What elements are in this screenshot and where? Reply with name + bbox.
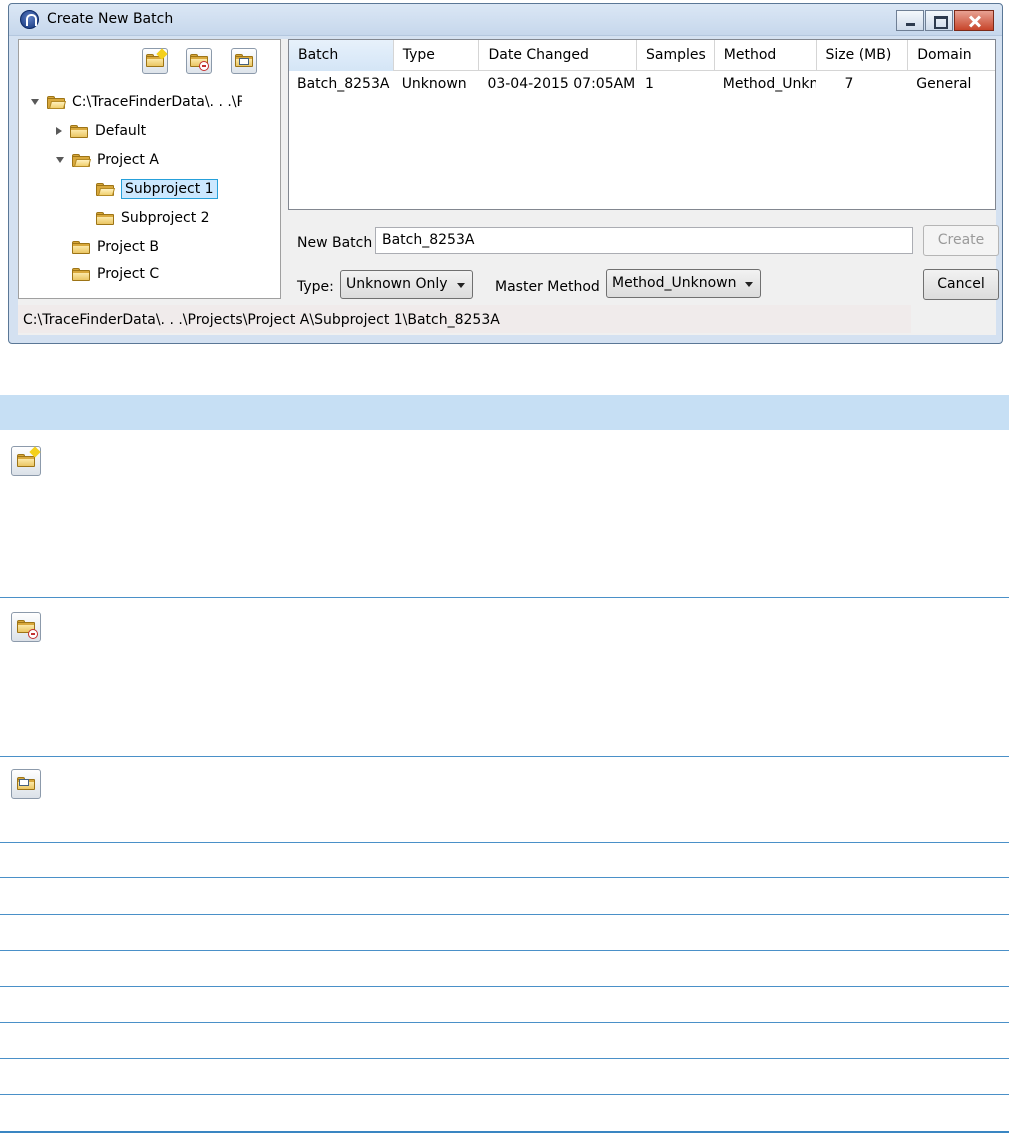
master-method-dropdown-value: Method_Unknown — [612, 275, 737, 291]
dropdown-arrow-icon — [745, 282, 753, 287]
minimize-button[interactable] — [896, 10, 924, 31]
doc-row-divider — [0, 597, 1009, 598]
column-header-type[interactable]: Type — [394, 40, 480, 71]
dropdown-arrow-icon — [457, 283, 465, 288]
table-row[interactable]: Batch_8253A Unknown 03-04-2015 07:05AM 1… — [289, 71, 995, 97]
cell-size: 7 — [844, 76, 854, 92]
cancel-button[interactable]: Cancel — [923, 269, 999, 300]
master-method-label: Master Method — [495, 279, 600, 295]
master-method-dropdown[interactable]: Method_Unknown — [606, 269, 761, 298]
column-header-domain[interactable]: Domain — [908, 40, 995, 71]
doc-row-divider — [0, 986, 1009, 987]
maximize-button[interactable] — [925, 10, 953, 31]
tree-item-label: Project A — [97, 152, 159, 168]
tree-item-root[interactable]: C:\TraceFinderData\. . .\Projects — [31, 90, 242, 114]
type-label: Type: — [297, 279, 334, 295]
folder-open-icon — [96, 182, 116, 196]
doc-row-divider — [0, 1094, 1009, 1095]
expand-arrow-icon[interactable] — [56, 127, 62, 135]
grid-header: Batch Type Date Changed Samples Method S… — [289, 40, 995, 71]
folder-open-icon — [72, 153, 92, 167]
folder-icon — [72, 240, 90, 254]
tree-item-project-a[interactable]: Project A — [56, 148, 159, 172]
column-header-batch[interactable]: Batch — [289, 40, 394, 71]
tree-item-label: Project B — [97, 239, 159, 255]
doc-delete-project-icon — [11, 612, 41, 642]
batch-grid: Batch Type Date Changed Samples Method S… — [288, 39, 996, 210]
cell-samples: 1 — [644, 76, 654, 92]
tree-item-project-b[interactable]: Project B — [72, 235, 159, 259]
cell-method: Method_Unknr — [722, 76, 817, 92]
column-header-size[interactable]: Size (MB) — [817, 40, 909, 71]
column-header-date-changed[interactable]: Date Changed — [479, 40, 637, 71]
title-bar[interactable]: Create New Batch — [9, 4, 1002, 36]
doc-batch-properties-icon — [11, 769, 41, 799]
doc-new-project-icon — [11, 446, 41, 476]
tree-item-label: Subproject 2 — [121, 210, 210, 226]
doc-row-divider — [0, 756, 1009, 757]
new-batch-input[interactable]: Batch_8253A — [375, 227, 913, 254]
close-button[interactable] — [954, 10, 994, 31]
collapse-arrow-icon[interactable] — [31, 99, 39, 105]
tree-item-subproject-1[interactable]: Subproject 1 — [96, 177, 218, 201]
window-controls — [895, 10, 994, 31]
folder-icon — [72, 267, 90, 281]
tree-item-label: Project C — [97, 266, 160, 282]
folder-open-icon — [47, 95, 67, 109]
batch-properties-button[interactable] — [231, 48, 257, 74]
column-header-method[interactable]: Method — [715, 40, 817, 71]
doc-table-header — [0, 395, 1009, 430]
cell-batch: Batch_8253A — [297, 76, 390, 92]
create-button[interactable]: Create — [923, 225, 999, 256]
tree-item-subproject-2[interactable]: Subproject 2 — [96, 206, 210, 230]
tree-item-project-c[interactable]: Project C — [72, 262, 159, 286]
doc-row-divider — [0, 950, 1009, 951]
tree-item-default[interactable]: Default — [56, 119, 146, 143]
doc-row-divider — [0, 842, 1009, 843]
delete-project-button[interactable] — [186, 48, 212, 74]
tree-item-label: Default — [95, 123, 147, 139]
doc-row-divider — [0, 914, 1009, 915]
doc-row-divider — [0, 1022, 1009, 1023]
type-dropdown-value: Unknown Only — [346, 276, 448, 292]
column-header-samples[interactable]: Samples — [637, 40, 715, 71]
app-logo-icon — [20, 10, 39, 29]
doc-row-divider — [0, 1058, 1009, 1059]
status-bar-path: C:\TraceFinderData\. . .\Projects\Projec… — [18, 305, 911, 333]
cell-date-changed: 03-04-2015 07:05AM — [487, 76, 636, 92]
doc-table-bottom-rule — [0, 1131, 1009, 1133]
tree-item-label: Subproject 1 — [121, 179, 218, 199]
collapse-arrow-icon[interactable] — [56, 157, 64, 163]
create-new-batch-window: Create New Batch C:\TraceFinderData\. . … — [8, 3, 1003, 344]
new-batch-label: New Batch — [297, 235, 373, 251]
new-project-button[interactable] — [142, 48, 168, 74]
project-tree-panel: C:\TraceFinderData\. . .\Projects Defaul… — [18, 39, 281, 299]
tree-item-label: C:\TraceFinderData\. . .\Projects — [72, 94, 242, 110]
window-title: Create New Batch — [47, 11, 174, 27]
folder-icon — [70, 124, 88, 138]
folder-icon — [96, 211, 114, 225]
cell-domain: General — [916, 76, 972, 92]
type-dropdown[interactable]: Unknown Only — [340, 270, 473, 299]
cell-type: Unknown — [401, 76, 467, 92]
doc-row-divider — [0, 877, 1009, 878]
dialog-body: C:\TraceFinderData\. . .\Projects Defaul… — [18, 39, 999, 335]
